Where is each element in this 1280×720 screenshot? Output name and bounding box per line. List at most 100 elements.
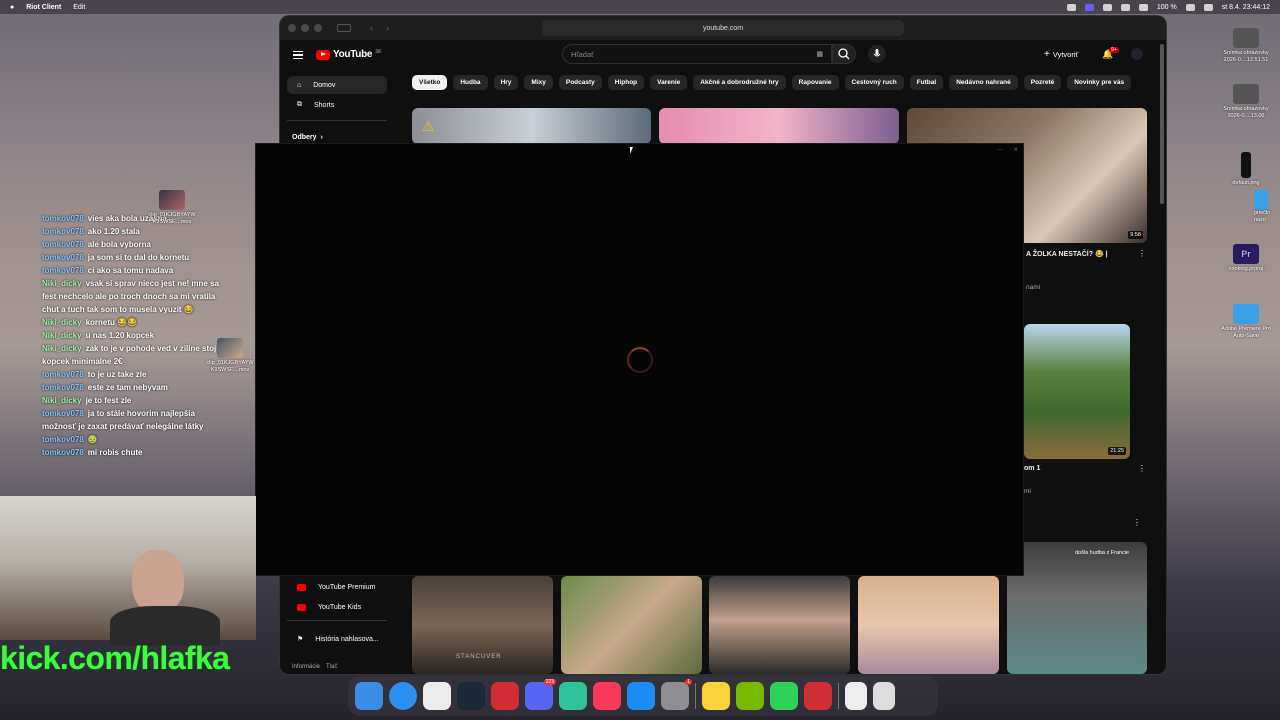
chip-9[interactable]: Cestovný ruch: [844, 75, 904, 90]
chat-username[interactable]: tomkov078: [42, 370, 84, 379]
app-store-icon[interactable]: [627, 682, 655, 710]
status-icon[interactable]: [1066, 3, 1076, 11]
address-bar[interactable]: youtube.com: [542, 20, 904, 36]
zoom-window-icon[interactable]: [314, 24, 322, 32]
sidebar-item-home[interactable]: ⌂ Domov: [287, 76, 387, 94]
riot-client-icon[interactable]: [491, 682, 519, 710]
chip-10[interactable]: Futbal: [909, 75, 944, 90]
discord-icon[interactable]: 223: [525, 679, 556, 710]
short-thumbnail[interactable]: došla hudba z Francie: [1007, 542, 1147, 674]
sidebar-item-report-history[interactable]: ⚑ História nahlasova...: [287, 630, 387, 648]
close-window-icon[interactable]: [288, 24, 296, 32]
forward-icon[interactable]: ›: [386, 23, 389, 33]
create-button[interactable]: + Vytvoriť: [1044, 49, 1078, 60]
chat-username[interactable]: tomkov078: [42, 227, 84, 236]
short-thumbnail[interactable]: [709, 576, 850, 674]
control-center-icon[interactable]: [1138, 3, 1148, 11]
chat-username[interactable]: Niki_dicky: [42, 318, 82, 327]
page-scrollbar[interactable]: [1160, 44, 1164, 204]
finder-icon[interactable]: [355, 682, 383, 710]
short-thumbnail[interactable]: [858, 576, 999, 674]
video-title[interactable]: A ŽOLKA NESTAČÍ? 😂 |: [1026, 250, 1108, 258]
chat-username[interactable]: tomkov078: [42, 253, 84, 262]
channel-name[interactable]: mi: [1024, 488, 1031, 495]
riot-game-icon[interactable]: [804, 682, 832, 710]
minimize-window-icon[interactable]: [301, 24, 309, 32]
safari-icon[interactable]: [389, 682, 417, 710]
chip-13[interactable]: Novinky pre vás: [1067, 75, 1132, 90]
sidebar-toggle-icon[interactable]: [337, 24, 351, 32]
menu-edit[interactable]: Edit: [73, 4, 85, 11]
launchpad-icon[interactable]: [423, 682, 451, 710]
chip-6[interactable]: Varenie: [650, 75, 688, 90]
chat-username[interactable]: Niki_dicky: [42, 344, 82, 353]
system-settings-icon[interactable]: 1: [661, 679, 692, 710]
menu-app-name[interactable]: Riot Client: [26, 4, 61, 11]
short-thumbnail[interactable]: STANCUVER: [412, 576, 553, 674]
tips-icon[interactable]: [702, 682, 730, 710]
more-options-icon[interactable]: ⋮: [1138, 464, 1146, 473]
more-options-icon[interactable]: ⋮: [1133, 518, 1141, 527]
screen-record-icon[interactable]: [1084, 3, 1094, 11]
close-icon[interactable]: ×: [1013, 145, 1018, 154]
chat-username[interactable]: tomkov078: [42, 448, 84, 457]
desktop-file-clip[interactable]: clip_01KJGBYAYW K9SWSF....mov: [200, 338, 260, 374]
short-thumbnail[interactable]: [561, 576, 702, 674]
desktop-folder-partial[interactable]: priečin názo: [1254, 190, 1280, 224]
voice-search-button[interactable]: [868, 45, 886, 63]
menu-icon[interactable]: [293, 51, 303, 59]
desktop-file-screenshot[interactable]: Snímka obrazovky 2026-0....12.51.51: [1216, 28, 1276, 64]
desktop-folder-autosave[interactable]: Adobe Premiere Pro Auto-Save: [1216, 304, 1276, 340]
sidebar-item-kids[interactable]: YouTube Kids: [287, 598, 387, 616]
youtube-logo[interactable]: YouTube SK: [316, 49, 382, 60]
chip-0[interactable]: Všetko: [412, 75, 448, 90]
video-title[interactable]: om 1: [1024, 465, 1040, 472]
chip-3[interactable]: Mixy: [524, 75, 553, 90]
nvidia-icon[interactable]: [736, 682, 764, 710]
video-thumbnail[interactable]: [659, 108, 899, 144]
trash-icon[interactable]: [873, 682, 895, 710]
chat-username[interactable]: tomkov078: [42, 435, 84, 444]
chip-11[interactable]: Nedávno nahrané: [949, 75, 1018, 90]
chat-username[interactable]: tomkov078: [42, 409, 84, 418]
desktop-file-default[interactable]: default.png: [1216, 152, 1276, 187]
wifi-icon[interactable]: [1120, 3, 1130, 11]
desktop-file-premiere[interactable]: Pr cooking.prproj: [1216, 244, 1276, 273]
more-options-icon[interactable]: ⋮: [1138, 249, 1146, 258]
chat-username[interactable]: Niki_dicky: [42, 331, 82, 340]
chat-username[interactable]: tomkov078: [42, 383, 84, 392]
clock[interactable]: st 8.4. 23:44:12: [1222, 4, 1270, 11]
video-thumbnail[interactable]: ⚠: [412, 108, 651, 144]
music-icon[interactable]: [593, 682, 621, 710]
search-icon[interactable]: [1203, 3, 1213, 11]
channel-name[interactable]: nami: [1026, 284, 1040, 291]
search-button[interactable]: [832, 44, 856, 64]
sidebar-item-shorts[interactable]: ⧉ Shorts: [287, 96, 387, 114]
facetime-icon[interactable]: [770, 682, 798, 710]
chip-2[interactable]: Hry: [493, 75, 519, 90]
minimize-icon[interactable]: —: [997, 147, 1003, 153]
chat-username[interactable]: tomkov078: [42, 240, 84, 249]
battery-icon[interactable]: [1185, 3, 1195, 11]
sidebar-item-premium[interactable]: YouTube Premium: [287, 578, 387, 596]
chip-5[interactable]: Hiphop: [607, 75, 645, 90]
footer-link-press[interactable]: Tlač: [326, 664, 337, 670]
chip-4[interactable]: Podcasty: [558, 75, 602, 90]
keyboard-icon[interactable]: ▦: [816, 50, 823, 58]
video-thumbnail[interactable]: 21:25: [1024, 324, 1130, 459]
chip-7[interactable]: Akčné a dobrodružné hry: [693, 75, 786, 90]
back-icon[interactable]: ‹: [370, 23, 373, 33]
chat-username[interactable]: tomkov078: [42, 214, 84, 223]
chat-username[interactable]: Niki_dicky: [42, 279, 82, 288]
search-input[interactable]: Hľadať ▦: [562, 44, 832, 64]
chip-1[interactable]: Hudba: [453, 75, 488, 90]
footer-link-about[interactable]: Informácie: [292, 664, 320, 670]
chip-8[interactable]: Rapovanie: [791, 75, 839, 90]
chat-username[interactable]: tomkov078: [42, 266, 84, 275]
display-icon[interactable]: [1102, 3, 1112, 11]
chat-username[interactable]: Niki_dicky: [42, 396, 82, 405]
chip-12[interactable]: Pozreté: [1023, 75, 1062, 90]
app-icon[interactable]: [559, 682, 587, 710]
document-icon[interactable]: [845, 682, 867, 710]
desktop-file-clip[interactable]: clip_01KJGBYAYW K9SWSF....mov: [142, 190, 202, 226]
